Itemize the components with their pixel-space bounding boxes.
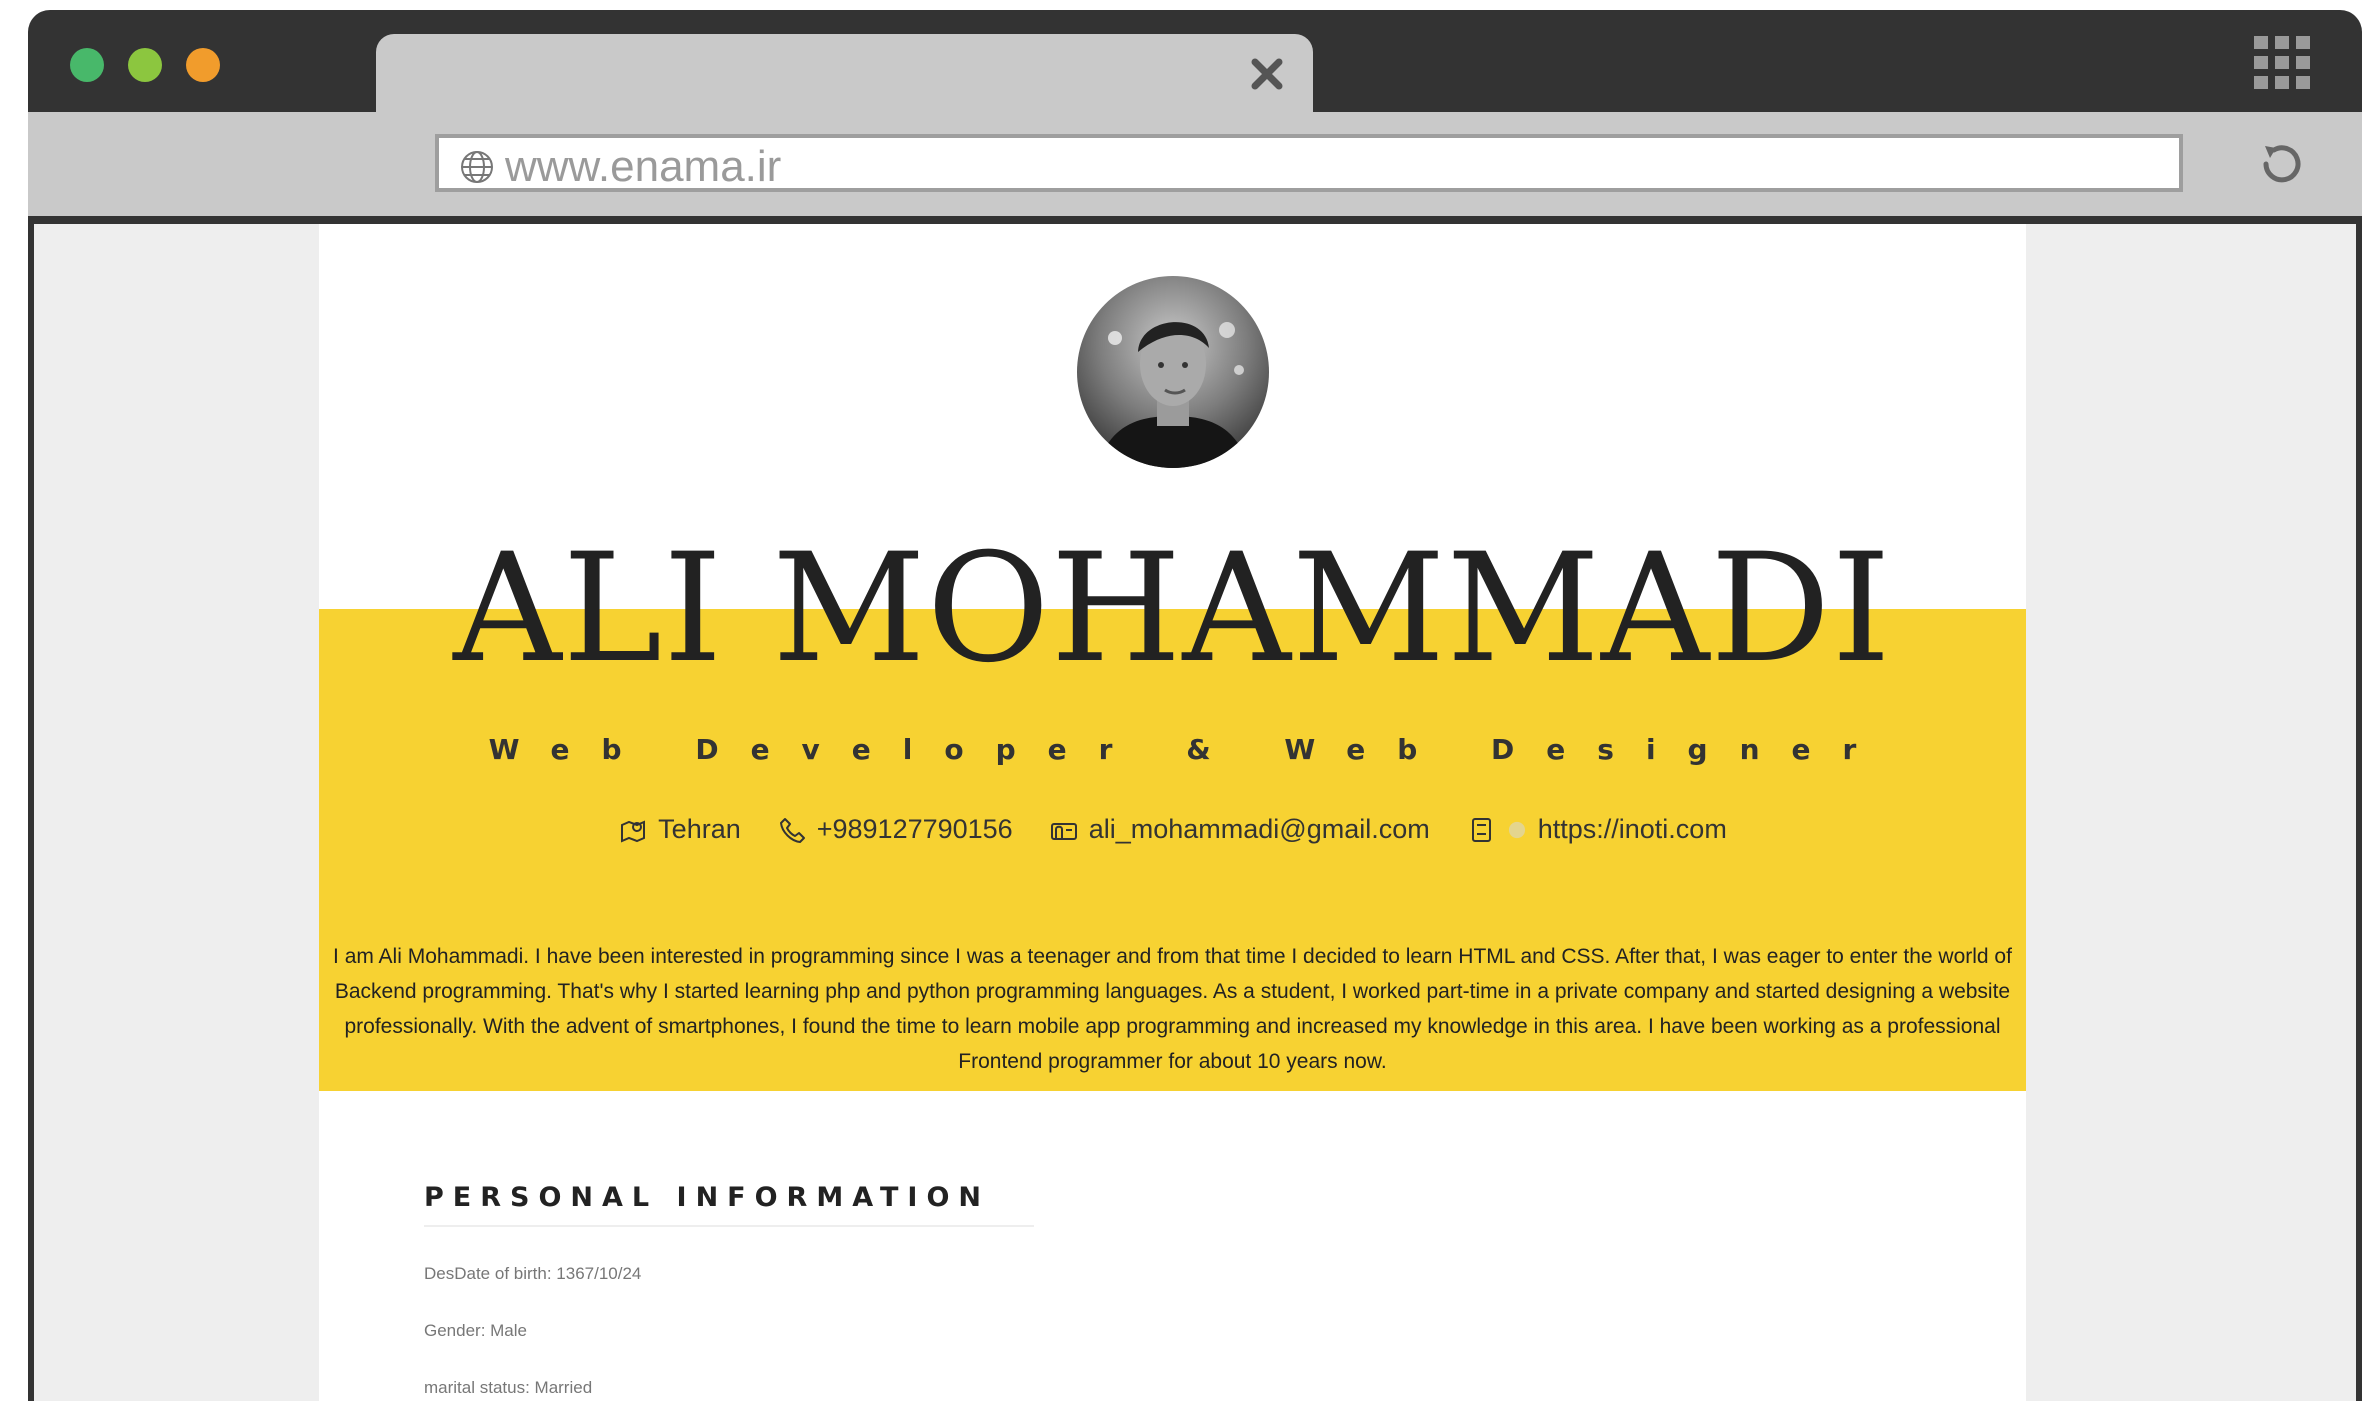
email-text[interactable]: ali_mohammadi@gmail.com <box>1089 814 1430 845</box>
contact-list: Tehran +989127790156 ali_mohammadi@gmail… <box>319 814 2026 845</box>
close-tab-icon[interactable] <box>1247 54 1287 94</box>
resume-page: ALI MOHAMMADI Web Developer & Web Design… <box>319 224 2026 1401</box>
globe-icon <box>461 151 493 183</box>
minimize-window-button[interactable] <box>128 48 162 82</box>
contact-location: Tehran <box>618 814 741 845</box>
profile-avatar <box>1077 276 1269 468</box>
page-viewport: ALI MOHAMMADI Web Developer & Web Design… <box>34 224 2356 1401</box>
maximize-window-button[interactable] <box>186 48 220 82</box>
birth-date-info: DesDate of birth: 1367/10/24 <box>424 1264 642 1283</box>
book-icon <box>1471 817 1491 842</box>
url-text[interactable]: www.enama.ir <box>505 142 781 192</box>
mailbox-icon <box>1050 822 1077 840</box>
phone-text[interactable]: +989127790156 <box>817 814 1013 845</box>
contact-email[interactable]: ali_mohammadi@gmail.com <box>1049 814 1430 845</box>
gender-info: Gender: Male <box>424 1321 527 1340</box>
globe-icon <box>1508 821 1525 838</box>
personal-information-heading: PERSONAL INFORMATION <box>424 1182 1034 1227</box>
browser-window: www.enama.ir ALI MOHAMMADI Web Developer… <box>28 10 2362 1401</box>
browser-tab[interactable] <box>376 34 1313 122</box>
browser-toolbar: www.enama.ir <box>28 112 2362 216</box>
address-bar[interactable]: www.enama.ir <box>435 134 2183 192</box>
contact-phone[interactable]: +989127790156 <box>777 814 1013 845</box>
map-icon <box>621 819 646 843</box>
website-text[interactable]: https://inoti.com <box>1538 814 1727 845</box>
profile-bio: I am Ali Mohammadi. I have been interest… <box>333 945 2012 1073</box>
reload-icon[interactable] <box>2254 138 2306 190</box>
location-text: Tehran <box>658 814 741 844</box>
profile-title: Web Developer & Web Designer <box>488 733 1889 766</box>
profile-photo <box>1077 276 1269 468</box>
phone-icon <box>779 817 805 843</box>
marital-status-info: marital status: Married <box>424 1378 593 1397</box>
profile-name: ALI MOHAMMADI <box>453 522 1892 696</box>
close-window-button[interactable] <box>70 48 104 82</box>
contact-website[interactable]: https://inoti.com <box>1466 814 1727 845</box>
apps-grid-icon[interactable] <box>2254 36 2310 90</box>
